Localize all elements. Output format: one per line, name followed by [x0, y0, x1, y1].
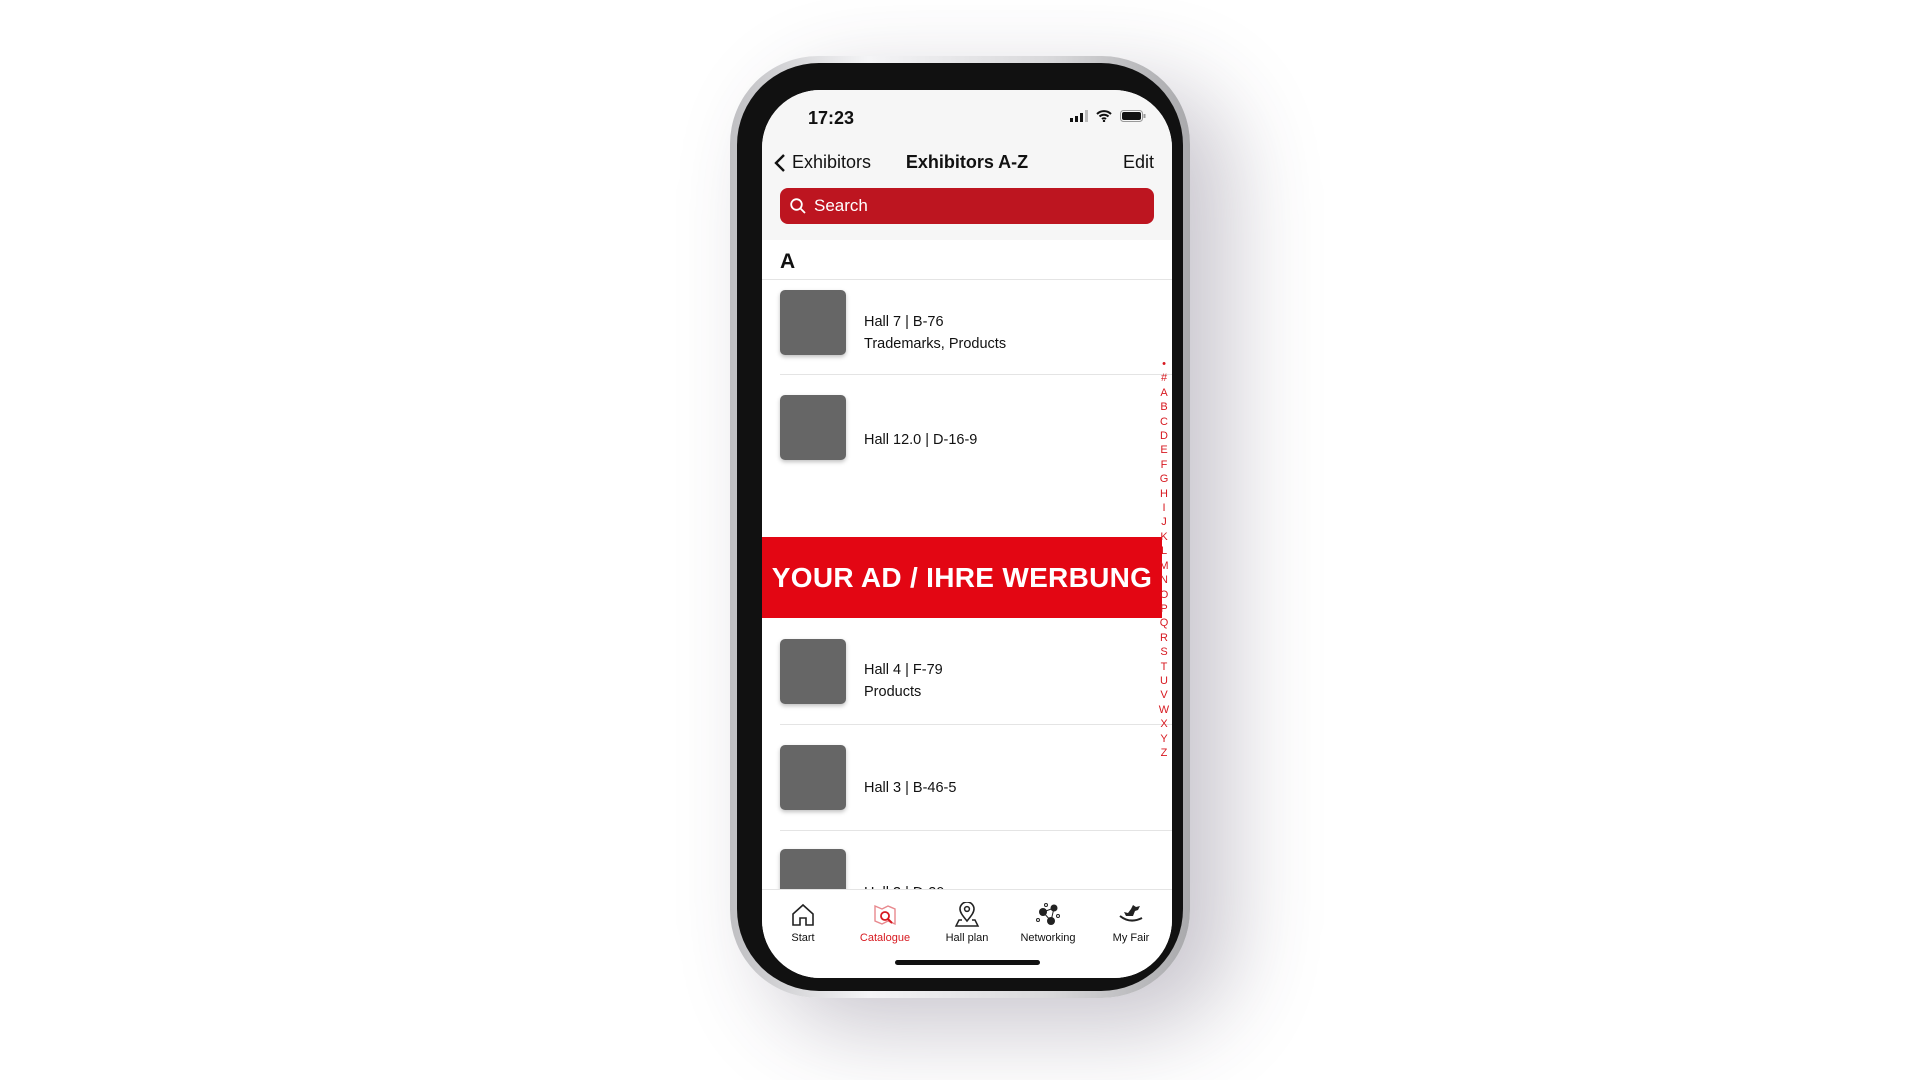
index-letter[interactable]: K — [1160, 530, 1167, 544]
index-letter[interactable]: D — [1160, 429, 1168, 443]
edit-button[interactable]: Edit — [1123, 152, 1154, 173]
back-button[interactable]: Exhibitors — [774, 152, 871, 173]
rocking-horse-icon — [1119, 905, 1143, 922]
index-letter[interactable]: H — [1160, 487, 1168, 501]
exhibitor-logo[interactable] — [780, 395, 846, 460]
index-letter[interactable]: T — [1161, 660, 1168, 674]
index-letter[interactable]: L — [1161, 544, 1167, 558]
status-icons — [1070, 110, 1146, 122]
catalogue-icon — [874, 904, 896, 926]
phone-frame: 17:23 Exhibitors Exhibitors A-Z Edit Sea… — [730, 56, 1190, 998]
index-letter[interactable]: W — [1159, 703, 1169, 717]
exhibitor-logo[interactable] — [780, 639, 846, 704]
index-letter[interactable]: O — [1160, 588, 1169, 602]
alphabet-index[interactable]: • # A B C D E F G H I J K L M N O P Q R S T U V W X Y Z — [1157, 357, 1171, 760]
exhibitor-tags: Trademarks, Products — [864, 336, 1007, 352]
index-letter[interactable]: U — [1160, 674, 1168, 688]
index-letter[interactable]: G — [1160, 472, 1169, 486]
index-letter[interactable]: B — [1160, 400, 1167, 414]
index-letter[interactable]: A — [1160, 386, 1167, 400]
index-letter[interactable]: # — [1161, 371, 1167, 385]
exhibitor-logo[interactable] — [780, 745, 846, 810]
index-letter[interactable]: S — [1160, 645, 1167, 659]
networking-icon — [1036, 903, 1060, 925]
tab-hall-plan[interactable]: Hall plan — [927, 902, 1007, 944]
home-icon — [792, 903, 814, 926]
tab-my-fair[interactable]: My Fair — [1091, 902, 1171, 944]
app-screen: 17:23 Exhibitors Exhibitors A-Z Edit Sea… — [762, 90, 1172, 978]
ad-banner[interactable]: YOUR AD / IHRE WERBUNG — [762, 537, 1162, 618]
back-label: Exhibitors — [792, 152, 872, 172]
index-letter[interactable]: M — [1159, 559, 1168, 573]
wifi-icon — [1096, 110, 1112, 122]
chevron-left-icon — [774, 153, 785, 172]
index-letter[interactable]: Q — [1160, 616, 1169, 630]
index-letter[interactable]: • — [1162, 357, 1166, 371]
tab-start[interactable]: Start — [763, 902, 843, 944]
search-icon — [790, 198, 806, 214]
exhibitor-logo[interactable] — [780, 290, 846, 355]
phone-bezel: 17:23 Exhibitors Exhibitors A-Z Edit Sea… — [737, 63, 1183, 991]
divider — [780, 830, 1172, 831]
index-letter[interactable]: X — [1160, 717, 1167, 731]
map-pin-icon — [954, 902, 980, 927]
exhibitor-tags: Products — [864, 684, 922, 700]
index-letter[interactable]: P — [1160, 602, 1167, 616]
index-letter[interactable]: R — [1160, 631, 1168, 645]
divider — [780, 374, 1172, 375]
section-header: A — [780, 250, 796, 273]
index-letter[interactable]: F — [1161, 458, 1168, 472]
index-letter[interactable]: I — [1162, 501, 1165, 515]
index-letter[interactable]: Z — [1161, 746, 1168, 760]
index-letter[interactable]: E — [1160, 443, 1167, 457]
signal-icon — [1070, 110, 1088, 122]
home-indicator[interactable] — [895, 960, 1040, 965]
tab-networking[interactable]: Networking — [1008, 902, 1088, 944]
index-letter[interactable]: N — [1160, 573, 1168, 587]
index-letter[interactable]: V — [1160, 688, 1167, 702]
exhibitor-location[interactable]: Hall 7 | B-76 — [864, 314, 944, 330]
exhibitor-location[interactable]: Hall 4 | F-79 — [864, 662, 943, 678]
search-placeholder: Search — [814, 196, 868, 215]
exhibitor-location[interactable]: Hall 3 | B-46-5 — [864, 780, 956, 796]
exhibitor-location[interactable]: Hall 12.0 | D-16-9 — [864, 432, 977, 448]
index-letter[interactable]: C — [1160, 415, 1168, 429]
divider — [780, 724, 1172, 725]
index-letter[interactable]: J — [1161, 515, 1167, 529]
index-letter[interactable]: Y — [1160, 732, 1167, 746]
divider — [762, 279, 1172, 280]
battery-icon — [1120, 110, 1146, 122]
tab-catalogue[interactable]: Catalogue — [845, 902, 925, 944]
search-input[interactable]: Search — [780, 188, 1154, 224]
status-time: 17:23 — [808, 108, 855, 128]
